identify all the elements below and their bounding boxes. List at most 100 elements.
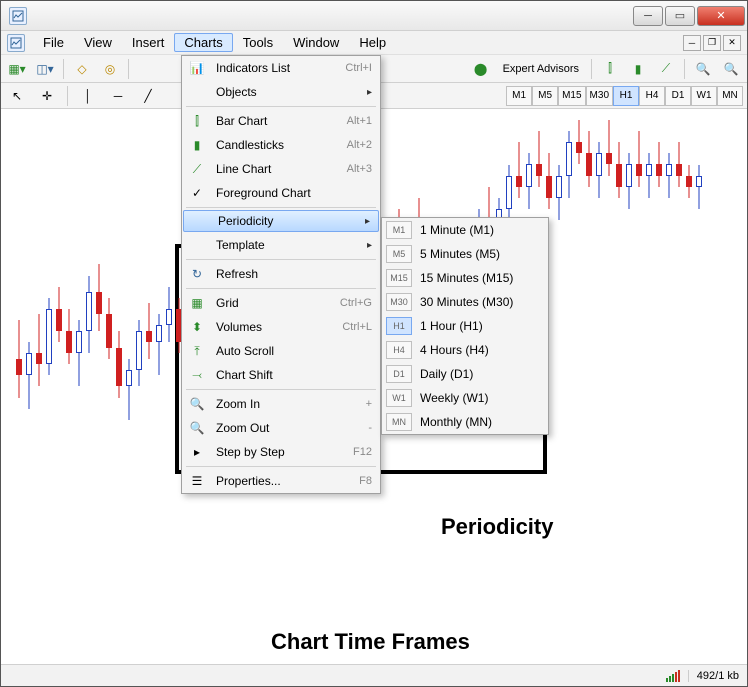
timeframe-badge-icon: M30 <box>386 293 412 311</box>
vertical-line-button[interactable]: │ <box>76 85 100 107</box>
candlestick <box>516 142 522 198</box>
periodicity-item-label: 5 Minutes (M5) <box>420 247 500 261</box>
minimize-button[interactable]: ─ <box>633 6 663 26</box>
menu-view[interactable]: View <box>74 33 122 52</box>
candlestick <box>636 131 642 187</box>
menu-item-grid[interactable]: ▦GridCtrl+G <box>182 291 380 315</box>
menu-item-line-chart[interactable]: ⟋Line ChartAlt+3 <box>182 157 380 181</box>
menu-item-properties-[interactable]: ☰Properties...F8 <box>182 469 380 493</box>
candle-chart-button[interactable]: ▮ <box>626 58 650 80</box>
periodicity-item-h4[interactable]: H44 Hours (H4) <box>382 338 548 362</box>
autoscroll-icon: ⤒ <box>186 344 208 359</box>
periodicity-item-h1[interactable]: H11 Hour (H1) <box>382 314 548 338</box>
menu-help[interactable]: Help <box>349 33 396 52</box>
candlestick <box>36 314 42 386</box>
candlestick <box>556 165 562 221</box>
periodicity-item-m30[interactable]: M3030 Minutes (M30) <box>382 290 548 314</box>
timeframe-h1-button[interactable]: H1 <box>613 86 639 106</box>
timeframe-d1-button[interactable]: D1 <box>665 86 691 106</box>
menu-item-label: Template <box>216 238 367 252</box>
menu-file[interactable]: File <box>33 33 74 52</box>
maximize-button[interactable]: ▭ <box>665 6 695 26</box>
candlestick <box>676 142 682 186</box>
mdi-controls: ─ ❐ ✕ <box>683 35 741 51</box>
timeframe-m15-button[interactable]: M15 <box>558 86 585 106</box>
menu-shortcut: F12 <box>353 446 372 458</box>
menu-tools[interactable]: Tools <box>233 33 283 52</box>
candlestick <box>616 142 622 198</box>
mdi-minimize-button[interactable]: ─ <box>683 35 701 51</box>
expert-advisor-icon[interactable]: ⬤ <box>469 58 493 80</box>
menu-item-label: Objects <box>216 85 367 99</box>
connection-bars-icon <box>666 670 680 682</box>
mdi-restore-button[interactable]: ❐ <box>703 35 721 51</box>
close-button[interactable]: ✕ <box>697 6 745 26</box>
periodicity-item-mn[interactable]: MNMonthly (MN) <box>382 410 548 434</box>
zoom-out-button[interactable]: 🔍 <box>719 58 743 80</box>
menu-item-step-by-step[interactable]: ▸Step by StepF12 <box>182 440 380 464</box>
menu-item-label: Auto Scroll <box>216 344 372 358</box>
candlestick <box>626 153 632 209</box>
periodicity-item-m1[interactable]: M11 Minute (M1) <box>382 218 548 242</box>
trendline-button[interactable]: ╱ <box>136 85 160 107</box>
menu-item-foreground-chart[interactable]: ✓Foreground Chart <box>182 181 380 205</box>
timeframe-h4-button[interactable]: H4 <box>639 86 665 106</box>
periodicity-item-w1[interactable]: W1Weekly (W1) <box>382 386 548 410</box>
candlestick <box>126 359 132 420</box>
menu-item-template[interactable]: Template▸ <box>182 233 380 257</box>
menu-item-chart-shift[interactable]: ⤙Chart Shift <box>182 363 380 387</box>
timeframe-mn-button[interactable]: MN <box>717 86 743 106</box>
cursor-button[interactable]: ↖ <box>5 85 29 107</box>
candlestick <box>76 320 82 387</box>
timeframe-badge-icon: H1 <box>386 317 412 335</box>
timeframe-m30-button[interactable]: M30 <box>586 86 613 106</box>
menu-charts[interactable]: Charts <box>174 33 232 52</box>
menu-window[interactable]: Window <box>283 33 349 52</box>
menu-item-zoom-out[interactable]: 🔍Zoom Out- <box>182 416 380 440</box>
menu-shortcut: Ctrl+L <box>342 321 372 333</box>
chartshift-icon: ⤙ <box>186 368 208 383</box>
menu-item-volumes[interactable]: ⬍VolumesCtrl+L <box>182 315 380 339</box>
menu-separator <box>186 466 376 467</box>
candle-icon: ▮ <box>186 138 208 152</box>
crosshair-button[interactable]: ✛ <box>35 85 59 107</box>
bar-chart-button[interactable]: ⫿ <box>598 58 622 80</box>
periodicity-item-m5[interactable]: M55 Minutes (M5) <box>382 242 548 266</box>
candlestick <box>536 131 542 187</box>
refresh-icon: ↻ <box>186 267 208 281</box>
periodicity-item-d1[interactable]: D1Daily (D1) <box>382 362 548 386</box>
menu-item-label: Candlesticks <box>216 138 323 152</box>
props-icon: ☰ <box>186 474 208 488</box>
menu-shortcut: + <box>366 398 372 410</box>
window-controls: ─ ▭ ✕ <box>633 6 745 26</box>
navigator-button[interactable]: ◎ <box>98 58 122 80</box>
expert-advisors-label[interactable]: Expert Advisors <box>497 63 585 75</box>
menu-item-objects[interactable]: Objects▸ <box>182 80 380 104</box>
menu-item-refresh[interactable]: ↻Refresh <box>182 262 380 286</box>
menu-item-auto-scroll[interactable]: ⤒ Auto Scroll <box>182 339 380 363</box>
profiles-button[interactable]: ◫▾ <box>33 58 57 80</box>
line-chart-button[interactable]: ⟋ <box>654 58 678 80</box>
periodicity-item-label: 4 Hours (H4) <box>420 343 489 357</box>
menu-insert[interactable]: Insert <box>122 33 175 52</box>
app-icon <box>9 7 27 25</box>
timeframe-m1-button[interactable]: M1 <box>506 86 532 106</box>
candlestick <box>566 131 572 198</box>
periodicity-item-m15[interactable]: M1515 Minutes (M15) <box>382 266 548 290</box>
menu-item-periodicity[interactable]: Periodicity▸ <box>183 210 379 232</box>
menu-item-candlesticks[interactable]: ▮CandlesticksAlt+2 <box>182 133 380 157</box>
timeframe-m5-button[interactable]: M5 <box>532 86 558 106</box>
menu-item-bar-chart[interactable]: ⫿Bar ChartAlt+1 <box>182 109 380 133</box>
timeframe-w1-button[interactable]: W1 <box>691 86 717 106</box>
market-watch-button[interactable]: ◇ <box>70 58 94 80</box>
menu-item-indicators-list[interactable]: 📊Indicators ListCtrl+I <box>182 56 380 80</box>
status-traffic: 492/1 kb <box>688 670 739 682</box>
mdi-close-button[interactable]: ✕ <box>723 35 741 51</box>
zoom-in-button[interactable]: 🔍 <box>691 58 715 80</box>
horizontal-line-button[interactable]: ─ <box>106 85 130 107</box>
menu-item-zoom-in[interactable]: 🔍Zoom In+ <box>182 392 380 416</box>
menu-shortcut: Alt+1 <box>347 115 372 127</box>
new-chart-button[interactable]: ▦▾ <box>5 58 29 80</box>
volumes-icon: ⬍ <box>186 320 208 334</box>
timeframe-badge-icon: M1 <box>386 221 412 239</box>
